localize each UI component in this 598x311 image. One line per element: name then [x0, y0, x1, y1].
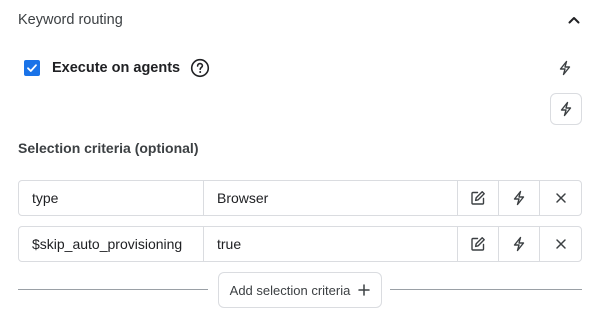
lightning-criteria-button[interactable]	[499, 181, 540, 215]
section-header: Keyword routing	[18, 10, 584, 30]
divider	[18, 289, 208, 290]
criteria-row: type Browser	[18, 180, 582, 216]
edit-criteria-button[interactable]	[458, 181, 499, 215]
lightning-outlined-button[interactable]	[550, 93, 582, 125]
close-icon	[555, 193, 566, 203]
close-icon	[555, 239, 566, 249]
execute-on-agents-row: Execute on agents	[24, 57, 210, 79]
add-selection-criteria-label: Add selection criteria	[229, 282, 351, 298]
lightning-icon	[560, 101, 572, 117]
remove-criteria-button[interactable]	[540, 227, 581, 261]
criteria-key-input[interactable]: type	[19, 181, 204, 215]
chevron-up-icon	[568, 17, 580, 24]
lightning-icon	[559, 60, 571, 76]
edit-criteria-button[interactable]	[458, 227, 499, 261]
execute-on-agents-checkbox[interactable]	[24, 60, 40, 76]
lightning-icon	[513, 236, 525, 252]
divider	[390, 289, 582, 290]
add-selection-criteria-button[interactable]: Add selection criteria	[218, 272, 382, 308]
lightning-icon	[513, 190, 525, 206]
edit-icon	[471, 237, 485, 251]
collapse-button[interactable]	[564, 10, 584, 30]
criteria-value-input[interactable]: true	[204, 227, 458, 261]
checkmark-icon	[27, 64, 37, 72]
lightning-criteria-button[interactable]	[499, 227, 540, 261]
criteria-value-input[interactable]: Browser	[204, 181, 458, 215]
execute-on-agents-label: Execute on agents	[52, 60, 181, 76]
selection-criteria-title: Selection criteria (optional)	[18, 140, 199, 156]
lightning-button[interactable]	[555, 58, 575, 78]
section-title: Keyword routing	[18, 12, 123, 28]
add-criteria-row: Add selection criteria	[18, 272, 582, 308]
edit-icon	[471, 191, 485, 205]
criteria-key-input[interactable]: $skip_auto_provisioning	[19, 227, 204, 261]
criteria-row: $skip_auto_provisioning true	[18, 226, 582, 262]
plus-icon	[358, 284, 371, 296]
help-circle-icon[interactable]	[190, 58, 210, 78]
remove-criteria-button[interactable]	[540, 181, 581, 215]
